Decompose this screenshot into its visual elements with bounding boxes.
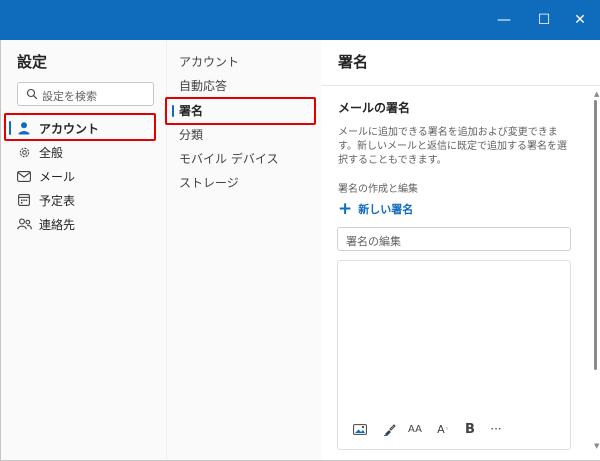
nav-item-label: アカウント (39, 121, 100, 136)
create-edit-label: 署名の作成と編集 (338, 184, 418, 195)
maximize-button[interactable]: ☐ (524, 0, 564, 40)
scrollbar[interactable]: ▲ ▼ (594, 90, 599, 450)
settings-search-input[interactable]: 設定を検索 (17, 82, 154, 106)
image-icon (353, 423, 367, 435)
signature-name-input[interactable]: 署名の編集 (337, 227, 571, 251)
calendar-icon (13, 192, 35, 208)
section-description: メールに追加できる署名を追加および変更できます。新しいメールと返信に既定で追加す… (338, 127, 567, 166)
plus-icon: + (338, 199, 353, 219)
nav-item-label: 予定表 (39, 193, 76, 208)
search-icon (26, 88, 38, 100)
signature-settings-pane: 署名 メールの署名 メールに追加できる署名を追加および変更できます。新しいメール… (321, 40, 600, 460)
subnav-item-mobile-devices[interactable]: モバイル デバイス (179, 148, 278, 170)
nav-item-account[interactable]: アカウント (9, 117, 163, 139)
nav-item-calendar[interactable]: 予定表 (13, 189, 163, 211)
scroll-down-icon[interactable]: ▼ (594, 442, 599, 450)
settings-window: 設定 設定を検索 アカウント 全般 メール 予定表 連絡先 アカウント 自動応答… (0, 40, 600, 461)
subnav-item-categories[interactable]: 分類 (179, 124, 203, 146)
scrollbar-thumb[interactable] (594, 100, 597, 370)
settings-title: 設定 (17, 53, 48, 71)
account-subnav-pane: アカウント 自動応答 署名 分類 モバイル デバイス ストレージ (166, 40, 321, 460)
nav-item-label: 連絡先 (39, 217, 76, 232)
settings-nav-pane: 設定 設定を検索 アカウント 全般 メール 予定表 連絡先 (1, 40, 166, 460)
nav-item-mail[interactable]: メール (13, 165, 163, 187)
format-painter-icon (383, 423, 396, 436)
signature-name-placeholder: 署名の編集 (346, 235, 401, 248)
page-title: 署名 (338, 53, 369, 71)
more-options-button[interactable]: ··· (485, 419, 507, 439)
nav-item-label: メール (39, 169, 76, 184)
section-title: メールの署名 (338, 101, 411, 115)
superscript-icon: ◦ (444, 425, 449, 433)
subnav-item-account[interactable]: アカウント (179, 51, 239, 73)
signature-editor[interactable]: AA A ◦ B ··· (337, 260, 571, 450)
format-toolbar: AA A ◦ B ··· (338, 419, 572, 439)
scroll-up-icon[interactable]: ▲ (594, 90, 599, 98)
nav-item-label: 全般 (39, 145, 64, 160)
subnav-item-signature[interactable]: 署名 (171, 100, 203, 122)
mail-icon (13, 168, 35, 184)
font-size-button[interactable]: AA (404, 419, 426, 439)
subnav-item-storage[interactable]: ストレージ (179, 172, 239, 194)
close-button[interactable]: ✕ (560, 0, 600, 40)
pane-header: 署名 (321, 40, 600, 86)
title-bar: — ☐ ✕ (0, 0, 600, 40)
format-painter-button[interactable] (378, 419, 400, 439)
grow-font-label: A (437, 422, 445, 436)
insert-image-button[interactable] (349, 419, 371, 439)
subnav-item-auto-reply[interactable]: 自動応答 (179, 75, 227, 97)
nav-item-general[interactable]: 全般 (13, 141, 163, 163)
people-icon (13, 216, 35, 232)
bold-button[interactable]: B (459, 419, 481, 439)
new-signature-label: 新しい署名 (358, 203, 414, 216)
person-icon (13, 120, 35, 136)
nav-item-contacts[interactable]: 連絡先 (13, 213, 163, 235)
minimize-button[interactable]: — (484, 0, 524, 40)
grow-font-button[interactable]: A ◦ (432, 419, 454, 439)
gear-icon (13, 144, 35, 160)
new-signature-button[interactable]: + 新しい署名 (338, 199, 414, 219)
search-placeholder: 設定を検索 (42, 90, 97, 103)
